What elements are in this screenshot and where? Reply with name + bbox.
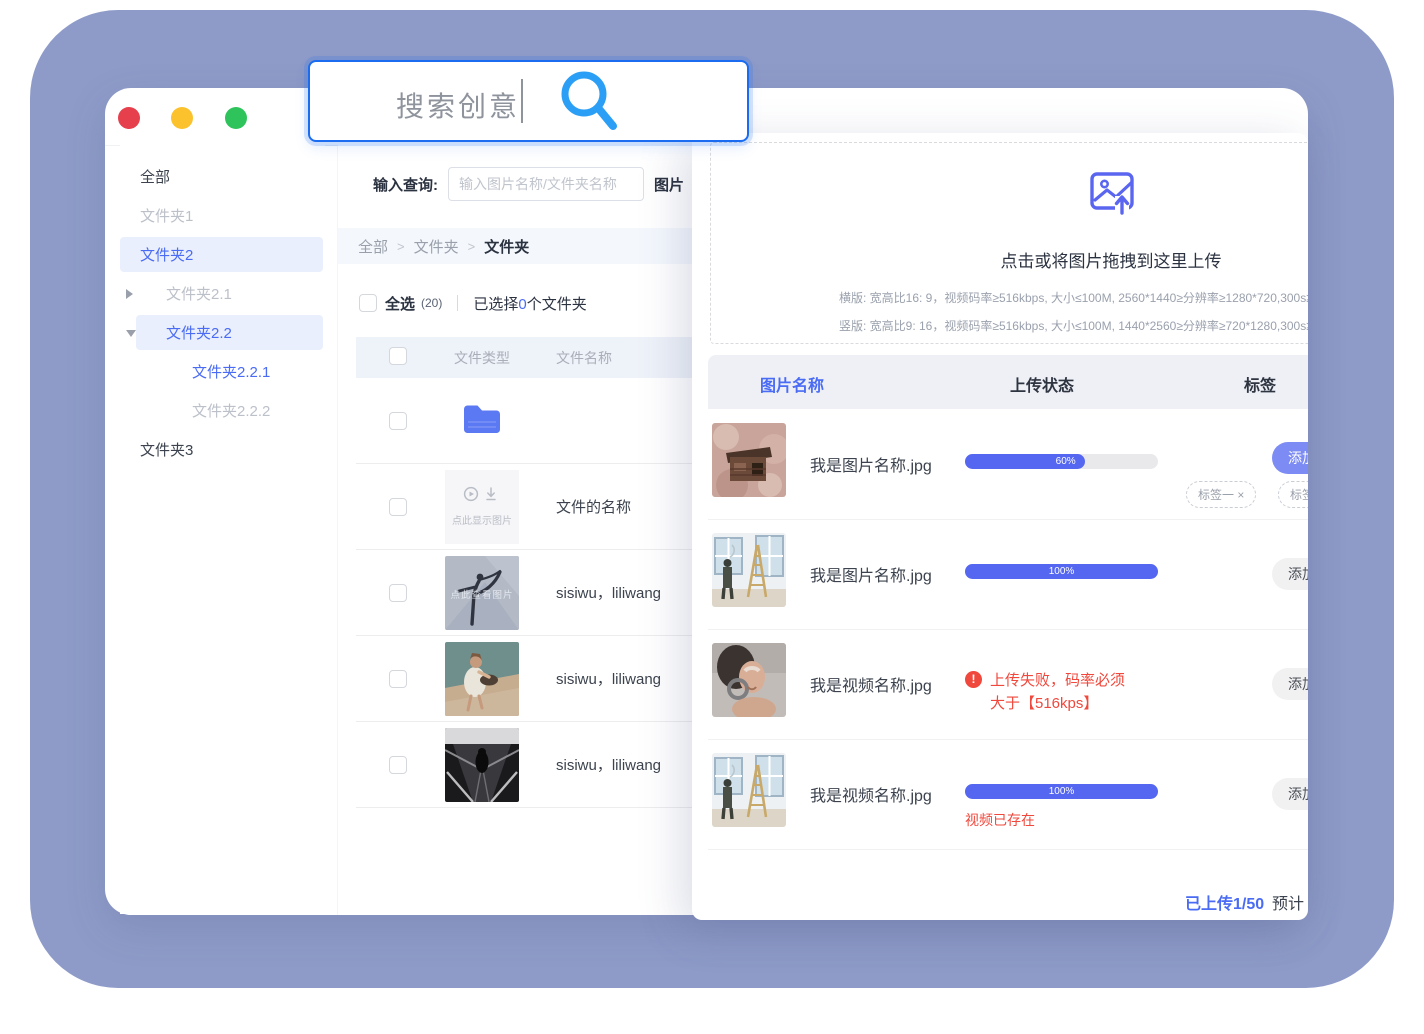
progress-label: 60%	[1056, 456, 1076, 467]
progress-fill: 60%	[965, 454, 1085, 469]
sidebar-item-folder2-2-2[interactable]: 文件夹2.2.2	[120, 391, 325, 430]
select-total: (20)	[421, 296, 442, 310]
progress-fill: 100%	[965, 784, 1158, 799]
upload-row: 我是图片名称.jpg 60% 添加 标签一 × 标签	[708, 409, 1308, 520]
add-tag-button[interactable]: 添加	[1272, 778, 1308, 810]
thumbnail-overlay-text: 点此查看图片	[445, 587, 519, 601]
upload-file-name: 我是视频名称.jpg	[810, 672, 932, 696]
upload-modal: 点击或将图片拖拽到这里上传 横版: 宽高比16: 9，视频码率≥516kbps,…	[692, 133, 1308, 920]
image-upload-icon	[1088, 169, 1136, 215]
sidebar-item-folder2-1[interactable]: 文件夹2.1	[120, 274, 325, 313]
select-all-row: 全选 (20) 已选择0个文件夹	[359, 286, 587, 320]
minimize-window-button[interactable]	[171, 107, 193, 129]
dropzone-spec-landscape: 横版: 宽高比16: 9，视频码率≥516kbps, 大小≤100M, 2560…	[839, 289, 1308, 306]
tag-chip-removable[interactable]: 标签一 ×	[1186, 481, 1256, 508]
sidebar-item-label: 文件夹1	[120, 205, 193, 226]
query-row: 输入查询: 图片	[373, 166, 684, 202]
maximize-window-button[interactable]	[225, 107, 247, 129]
breadcrumb-separator: >	[468, 239, 476, 254]
error-icon: !	[965, 671, 982, 688]
query-input[interactable]	[448, 167, 644, 201]
close-window-button[interactable]	[118, 107, 140, 129]
row-checkbox[interactable]	[389, 670, 407, 688]
sidebar-item-label: 文件夹2.1	[120, 283, 232, 304]
uploaded-count: 已上传1/50	[1185, 890, 1264, 914]
progress-bar: 100%	[965, 784, 1158, 799]
upload-file-name: 我是图片名称.jpg	[810, 562, 932, 586]
sidebar-item-folder1[interactable]: 文件夹1	[120, 196, 325, 235]
progress-label: 100%	[1049, 786, 1075, 797]
play-and-download-icons[interactable]	[463, 486, 501, 507]
upload-dropzone[interactable]: 点击或将图片拖拽到这里上传 横版: 宽高比16: 9，视频码率≥516kbps,…	[710, 142, 1308, 344]
upload-file-name: 我是图片名称.jpg	[810, 452, 932, 476]
breadcrumb-separator: >	[397, 239, 405, 254]
breadcrumb-item[interactable]: 文件夹	[414, 236, 459, 257]
divider	[521, 79, 523, 123]
row-checkbox[interactable]	[389, 584, 407, 602]
query-type-label: 图片	[654, 174, 684, 195]
add-tag-button[interactable]: 添加	[1272, 558, 1308, 590]
tag-chip[interactable]: 标签	[1278, 481, 1308, 508]
column-header-type: 文件类型	[440, 348, 524, 368]
row-checkbox[interactable]	[389, 756, 407, 774]
dropzone-spec-portrait: 竖版: 宽高比9: 16，视频码率≥516kbps, 大小≤100M, 1440…	[839, 317, 1308, 334]
row-checkbox[interactable]	[389, 498, 407, 516]
row-checkbox[interactable]	[389, 412, 407, 430]
search-label: 搜索创意	[396, 85, 520, 125]
error-message-line2: 大于【516kps】	[990, 692, 1098, 713]
thumbnail-ladder-photo	[712, 533, 786, 607]
progress-bar: 60%	[965, 454, 1158, 469]
sidebar-item-label: 文件夹3	[120, 439, 193, 460]
thumbnail-yoga-photo[interactable]: 点此查看图片	[445, 556, 519, 630]
breadcrumb-current: 文件夹	[484, 236, 529, 257]
thumbnail-house-photo	[712, 423, 786, 497]
thumbnail-escalator-photo[interactable]	[445, 728, 519, 802]
thumbnail-woman-photo	[712, 643, 786, 717]
progress-fill: 100%	[965, 564, 1158, 579]
add-tag-button[interactable]: 添加	[1272, 442, 1308, 474]
upload-file-name: 我是视频名称.jpg	[810, 782, 932, 806]
sidebar-item-label: 文件夹2.2	[120, 322, 232, 343]
selected-text: 已选择0个文件夹	[473, 293, 586, 314]
sidebar-item-folder2-2[interactable]: 文件夹2.2	[120, 313, 325, 352]
select-all-checkbox[interactable]	[359, 294, 377, 312]
sidebar-item-all[interactable]: 全部	[120, 157, 325, 196]
upload-table-header: 图片名称 上传状态 标签	[708, 355, 1308, 409]
upload-row: 我是视频名称.jpg ! 上传失败，码率必须 大于【516kps】 添加	[708, 629, 1308, 740]
header-checkbox[interactable]	[389, 347, 407, 365]
error-message-line1: 上传失败，码率必须	[990, 669, 1125, 690]
query-label: 输入查询:	[373, 174, 438, 195]
thumbnail-ladder-photo	[712, 753, 786, 827]
sidebar-item-folder3[interactable]: 文件夹3	[120, 430, 325, 469]
folder-icon[interactable]	[463, 402, 501, 439]
upload-row: 我是视频名称.jpg 100% 视频已存在 添加	[708, 739, 1308, 850]
duplicate-video-note: 视频已存在	[965, 810, 1035, 830]
show-image-placeholder[interactable]: 点此显示图片	[445, 470, 519, 544]
select-all-label: 全选	[385, 293, 415, 314]
search-creative-bar[interactable]: 搜索创意	[308, 60, 749, 142]
dropzone-title: 点击或将图片拖拽到这里上传	[711, 247, 1308, 272]
progress-bar: 100%	[965, 564, 1158, 579]
breadcrumb-item[interactable]: 全部	[358, 236, 388, 257]
thumbnail-woman-cat-photo[interactable]	[445, 642, 519, 716]
upload-row: 我是图片名称.jpg 100% 添加	[708, 519, 1308, 630]
divider	[457, 295, 458, 311]
placeholder-caption: 点此显示图片	[452, 512, 512, 527]
estimate-text: 预计	[1272, 890, 1304, 914]
column-header-image-name[interactable]: 图片名称	[760, 372, 824, 396]
progress-label: 100%	[1049, 566, 1075, 577]
sidebar-item-folder2-2-1[interactable]: 文件夹2.2.1	[120, 352, 325, 391]
sidebar-item-label: 文件夹2.2.2	[120, 400, 270, 421]
sidebar-item-label: 文件夹2	[120, 244, 193, 265]
add-tag-button[interactable]: 添加	[1272, 668, 1308, 700]
selected-count: 0	[518, 296, 526, 313]
column-header-upload-status: 上传状态	[1010, 372, 1074, 396]
sidebar-item-folder2[interactable]: 文件夹2	[120, 235, 325, 274]
sidebar-item-label: 全部	[120, 166, 170, 187]
search-icon[interactable]	[558, 70, 622, 134]
folder-tree-sidebar: 全部 文件夹1 文件夹2 文件夹2.1 文件夹2.2 文件夹2.2.1	[120, 145, 325, 914]
column-header-tags: 标签	[1244, 372, 1276, 396]
sidebar-item-label: 文件夹2.2.1	[120, 361, 270, 382]
